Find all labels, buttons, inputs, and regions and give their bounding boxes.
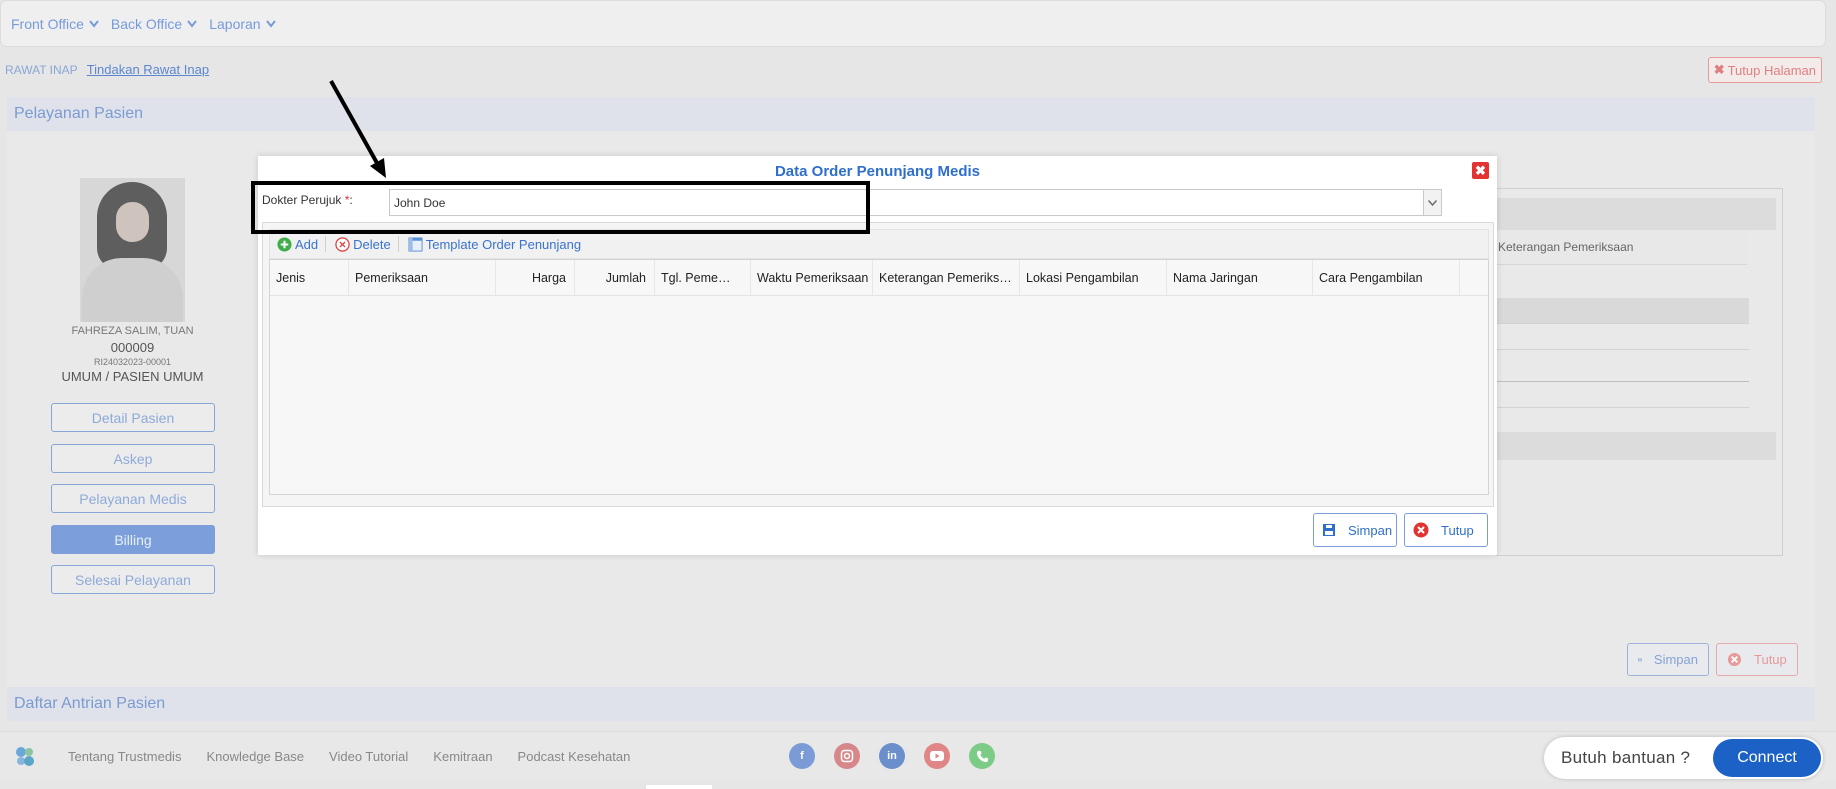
help-widget: Butuh bantuan ? Connect (1544, 737, 1823, 779)
modal-tutup-button[interactable]: Tutup (1404, 513, 1488, 547)
patient-registration: RI24032023-00001 (93, 357, 172, 367)
footer-link-tentang[interactable]: Tentang Trustmedis (68, 749, 181, 764)
add-icon (277, 236, 292, 252)
background-row (1497, 324, 1749, 350)
template-icon (408, 236, 423, 252)
background-panel-footer (1496, 432, 1776, 460)
phone-icon[interactable] (969, 743, 995, 769)
column-jenis[interactable]: Jenis (270, 260, 349, 295)
section-daftar-antrian[interactable]: Daftar Antrian Pasien (7, 687, 1815, 721)
close-circle-icon (1413, 522, 1429, 538)
column-pemeriksaan[interactable]: Pemeriksaan (349, 260, 496, 295)
delete-button[interactable]: Delete (335, 237, 391, 252)
youtube-icon[interactable] (924, 743, 950, 769)
bottom-tab-indicator (646, 785, 712, 789)
social-links: f in (789, 743, 1014, 769)
background-ket-column: Keterangan Pemeriksaan (1497, 230, 1747, 265)
background-simpan-button[interactable]: Simpan (1627, 643, 1709, 676)
grid-header: Jenis Pemeriksaan Harga Jumlah Tgl. Peme… (270, 260, 1488, 296)
simpan-label: Simpan (1653, 652, 1698, 667)
close-icon: ✖ (1713, 62, 1725, 77)
chevron-down-icon (1428, 199, 1437, 206)
annotation-arrow-icon (329, 80, 386, 178)
column-keterangan-pemeriksaan[interactable]: Keterangan Pemeriks… (873, 260, 1020, 295)
background-row (1497, 298, 1749, 324)
help-text: Butuh bantuan ? (1561, 748, 1691, 767)
askep-button[interactable]: Askep (51, 444, 215, 473)
column-lokasi-pengambilan[interactable]: Lokasi Pengambilan (1020, 260, 1167, 295)
background-row (1497, 382, 1749, 408)
column-harga[interactable]: Harga (496, 260, 575, 295)
footer-link-knowledge-base[interactable]: Knowledge Base (206, 749, 304, 764)
selesai-pelayanan-button[interactable]: Selesai Pelayanan (51, 565, 215, 594)
detail-pasien-button[interactable]: Detail Pasien (51, 403, 215, 432)
footer-link-kemitraan[interactable]: Kemitraan (433, 749, 492, 764)
column-tgl-pemeriksaan[interactable]: Tgl. Peme… (655, 260, 751, 295)
close-page-label: Tutup Halaman (1727, 62, 1816, 78)
pelayanan-medis-button[interactable]: Pelayanan Medis (51, 484, 215, 513)
delete-icon (335, 236, 350, 252)
template-order-button[interactable]: Template Order Penunjang (408, 237, 581, 252)
column-jumlah[interactable]: Jumlah (575, 260, 655, 295)
order-grid: Jenis Pemeriksaan Harga Jumlah Tgl. Peme… (269, 259, 1489, 495)
patient-card: FAHREZA SALIM, TUAN 000009 RI24032023-00… (50, 178, 215, 384)
tutup-label: Tutup (1754, 652, 1787, 667)
column-cara-pengambilan[interactable]: Cara Pengambilan (1313, 260, 1460, 295)
billing-button[interactable]: Billing (51, 525, 215, 554)
footer-link-video-tutorial[interactable]: Video Tutorial (329, 749, 408, 764)
background-tutup-button[interactable]: Tutup (1716, 643, 1798, 676)
save-icon (1638, 657, 1642, 662)
background-row (1497, 356, 1749, 382)
add-button[interactable]: Add (277, 237, 318, 252)
trustmedis-logo-icon (16, 746, 34, 766)
modal-title: Data Order Penunjang Medis (774, 163, 981, 180)
save-icon (1323, 524, 1335, 536)
close-page-button[interactable]: ✖ Tutup Halaman (1707, 57, 1822, 83)
modal-simpan-button[interactable]: Simpan (1313, 513, 1397, 547)
patient-type: UMUM / PASIEN UMUM (61, 369, 204, 384)
section-title: Daftar Antrian Pasien (14, 695, 166, 712)
facebook-icon[interactable]: f (789, 743, 815, 769)
linkedin-icon[interactable]: in (879, 743, 905, 769)
instagram-icon[interactable] (834, 743, 860, 769)
patient-id: 000009 (110, 340, 155, 355)
footer: Tentang Trustmedis Knowledge Base Video … (0, 731, 1836, 781)
footer-link-podcast[interactable]: Podcast Kesehatan (518, 749, 631, 764)
order-grid-panel: Add Delete Template Order Penunjang Jeni… (262, 222, 1494, 507)
modal-close-button[interactable]: ✖ (1472, 162, 1489, 179)
column-waktu-pemeriksaan[interactable]: Waktu Pemeriksaan (751, 260, 873, 295)
close-circle-icon (1727, 652, 1742, 667)
background-panel-header (1496, 198, 1776, 230)
dropdown-trigger[interactable] (1423, 190, 1441, 215)
patient-name: FAHREZA SALIM, TUAN (71, 325, 194, 337)
column-nama-jaringan[interactable]: Nama Jaringan (1167, 260, 1313, 295)
connect-button[interactable]: Connect (1713, 739, 1821, 777)
